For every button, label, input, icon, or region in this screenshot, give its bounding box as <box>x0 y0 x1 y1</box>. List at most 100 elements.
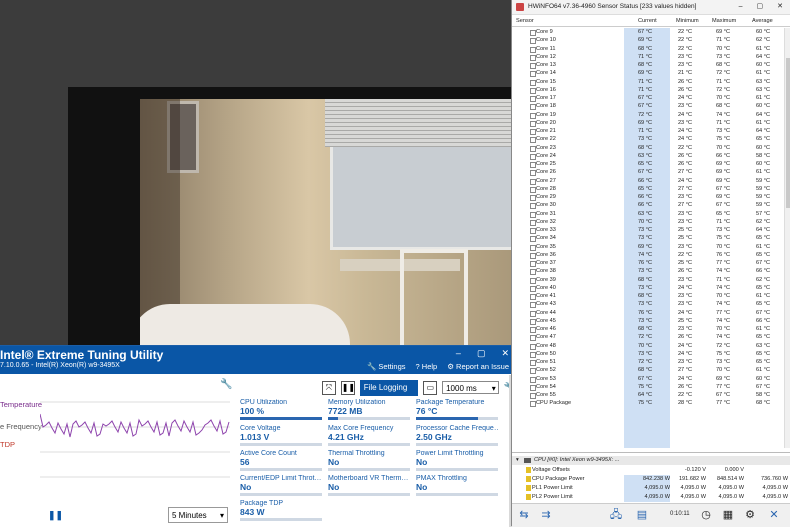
metric-tile[interactable]: Package TDP 843 W <box>240 500 322 521</box>
sensor-row[interactable]: Core 32 70 °C 23 °C 71 °C 62 °C <box>512 218 790 226</box>
power-row[interactable]: PL1 Power Limit 4,095.0 W 4,095.0 W 4,095.0… <box>512 484 790 493</box>
maximize-icon[interactable]: ▢ <box>757 0 764 14</box>
sensor-row[interactable]: Core 43 73 °C 23 °C 74 °C 65 °C <box>512 300 790 309</box>
metric-tile[interactable]: PMAX Throttling No <box>416 475 498 496</box>
metric-tile[interactable]: Max Core Frequency 4.21 GHz <box>328 425 410 446</box>
report-icon[interactable]: ▦ <box>720 507 736 523</box>
sensor-row[interactable]: Core 31 63 °C 23 °C 65 °C 57 °C <box>512 210 790 218</box>
sensor-row[interactable]: Core 25 65 °C 26 °C 69 °C 60 °C <box>512 160 790 168</box>
sensor-row[interactable]: Core 10 69 °C 22 °C 71 °C 62 °C <box>512 36 790 45</box>
pause-monitor-icon[interactable]: ❚❚ <box>340 380 355 395</box>
sensor-row[interactable]: Core 9 67 °C 22 °C 69 °C 60 °C <box>512 28 790 36</box>
metric-tile[interactable]: Power Limit Throttling No <box>416 450 498 471</box>
compact-view-icon[interactable]: ⤧ <box>322 380 336 395</box>
sensor-row[interactable]: Core 46 68 °C 23 °C 70 °C 61 °C <box>512 325 790 333</box>
sensor-row[interactable]: Core 28 65 °C 27 °C 67 °C 59 °C <box>512 185 790 193</box>
col-average[interactable]: Average <box>752 18 773 24</box>
sensor-row[interactable]: Core 27 66 °C 24 °C 69 °C 59 °C <box>512 177 790 185</box>
sensor-row[interactable]: Core 44 76 °C 24 °C 77 °C 67 °C <box>512 309 790 317</box>
metric-tile[interactable]: Thermal Throttling No <box>328 450 410 471</box>
help-link[interactable]: ? Help <box>416 362 438 371</box>
report-issue-link[interactable]: ⚙ Report an Issue <box>447 362 509 371</box>
col-sensor[interactable]: Sensor <box>516 18 534 24</box>
arrows-right-icon[interactable]: ⇉ <box>538 507 554 523</box>
sensor-row[interactable]: Core 52 68 °C 27 °C 70 °C 61 °C <box>512 366 790 375</box>
cpu-group-header[interactable]: ▾ CPU [#0]: Intel Xeon w9-3495X: ... <box>512 456 790 465</box>
sensor-row[interactable]: Core 50 73 °C 24 °C 75 °C 65 °C <box>512 350 790 358</box>
sensor-row[interactable]: Core 35 69 °C 23 °C 70 °C 61 °C <box>512 243 790 251</box>
sensor-row[interactable]: Core 20 69 °C 23 °C 71 °C 61 °C <box>512 119 790 127</box>
monitor-icon[interactable]: ▤ <box>634 507 650 523</box>
power-row[interactable]: Voltage Offsets -0.120 V 0.000 V <box>512 466 790 475</box>
pause-button[interactable]: ❚❚ <box>48 510 63 521</box>
sensor-scrollbar[interactable] <box>784 28 790 448</box>
sensor-row[interactable]: Core 11 68 °C 22 °C 70 °C 61 °C <box>512 45 790 53</box>
sensor-row[interactable]: Core 16 71 °C 26 °C 72 °C 63 °C <box>512 86 790 94</box>
metric-tile[interactable]: CPU Utilization 100 % <box>240 399 322 420</box>
metric-tile[interactable]: Core Voltage 1.013 V <box>240 425 322 446</box>
sensor-row[interactable]: Core 21 71 °C 24 °C 73 °C 64 °C <box>512 127 790 135</box>
metric-tile[interactable]: Memory Utilization 7722 MB <box>328 399 410 420</box>
sensor-row[interactable]: Core 38 73 °C 26 °C 74 °C 66 °C <box>512 267 790 276</box>
folder-icon[interactable]: ▭ <box>423 380 438 395</box>
clock-icon[interactable]: ◷ <box>698 507 714 523</box>
maximize-icon[interactable]: ▢ <box>477 348 486 359</box>
sensor-row[interactable]: Core 19 72 °C 24 °C 74 °C 64 °C <box>512 111 790 119</box>
sensor-row[interactable]: CPU Package 75 °C 28 °C 77 °C 68 °C <box>512 399 790 408</box>
sensor-row[interactable]: Core 47 72 °C 26 °C 74 °C 65 °C <box>512 333 790 342</box>
power-row[interactable]: PL2 Power Limit 4,095.0 W 4,095.0 W 4,095.0… <box>512 493 790 502</box>
metric-tile[interactable]: Motherboard VR Therm… No <box>328 475 410 496</box>
chart-settings-icon[interactable]: 🔧 <box>220 379 232 390</box>
sensor-row[interactable]: Core 33 73 °C 25 °C 73 °C 64 °C <box>512 226 790 234</box>
sensor-row[interactable]: Core 29 66 °C 23 °C 69 °C 59 °C <box>512 193 790 201</box>
sensor-row[interactable]: Core 12 71 °C 23 °C 73 °C 64 °C <box>512 53 790 61</box>
metric-tile[interactable]: Current/EDP Limit Throt… No <box>240 475 322 496</box>
metric-tile[interactable]: Processor Cache Freque… 2.50 GHz <box>416 425 498 446</box>
sensor-row[interactable]: Core 41 68 °C 23 °C 70 °C 61 °C <box>512 292 790 300</box>
sensor-row[interactable]: Core 36 74 °C 22 °C 76 °C 65 °C <box>512 251 790 259</box>
sensor-row[interactable]: Core 15 71 °C 26 °C 71 °C 63 °C <box>512 78 790 86</box>
minimize-icon[interactable]: – <box>739 0 743 14</box>
legend-tdp[interactable]: TDP <box>0 440 15 449</box>
sensor-row[interactable]: Core 34 73 °C 25 °C 75 °C 65 °C <box>512 234 790 243</box>
sensor-name: Core 44 <box>536 309 556 316</box>
file-logging-button[interactable]: File Logging ▶ <box>359 379 419 404</box>
col-maximum[interactable]: Maximum <box>712 18 736 24</box>
col-current[interactable]: Current <box>638 18 657 24</box>
sensor-row[interactable]: Core 22 73 °C 24 °C 75 °C 65 °C <box>512 135 790 144</box>
legend-frequency[interactable]: e Frequency <box>0 422 42 431</box>
expand-icon[interactable]: ▾ <box>516 456 519 465</box>
sensor-row[interactable]: Core 53 67 °C 24 °C 69 °C 60 °C <box>512 375 790 383</box>
sensor-row[interactable]: Core 23 68 °C 22 °C 70 °C 60 °C <box>512 144 790 152</box>
sensor-row[interactable]: Core 26 67 °C 27 °C 69 °C 61 °C <box>512 168 790 177</box>
settings-icon[interactable]: ⚙ <box>742 507 758 523</box>
settings-link[interactable]: 🔧 Settings <box>367 362 406 371</box>
sensor-row[interactable]: Core 55 64 °C 22 °C 67 °C 58 °C <box>512 391 790 399</box>
sensor-row[interactable]: Core 40 73 °C 24 °C 74 °C 65 °C <box>512 284 790 292</box>
close-icon[interactable]: ✕ <box>501 348 509 359</box>
sensor-row[interactable]: Core 30 66 °C 27 °C 67 °C 59 °C <box>512 201 790 210</box>
interval-select[interactable]: 1000 ms ▾ <box>442 381 499 394</box>
sensor-row[interactable]: Core 54 75 °C 26 °C 77 °C 67 °C <box>512 383 790 391</box>
sensor-row[interactable]: Core 51 72 °C 23 °C 73 °C 65 °C <box>512 358 790 366</box>
sensor-row[interactable]: Core 45 73 °C 25 °C 74 °C 66 °C <box>512 317 790 325</box>
network-icon[interactable]: 🖧 <box>608 507 624 523</box>
col-minimum[interactable]: Minimum <box>676 18 699 24</box>
metric-tile[interactable]: Package Temperature 76 °C <box>416 399 498 420</box>
sensor-row[interactable]: Core 17 67 °C 24 °C 70 °C 61 °C <box>512 94 790 102</box>
sensor-row[interactable]: Core 48 70 °C 24 °C 72 °C 63 °C <box>512 342 790 350</box>
metric-tile[interactable]: Active Core Count 56 <box>240 450 322 471</box>
power-row[interactable]: CPU Package Power 842.238 W 191.682 W 848.5… <box>512 475 790 484</box>
sensor-row[interactable]: Core 37 76 °C 25 °C 77 °C 67 °C <box>512 259 790 267</box>
sensor-row[interactable]: Core 13 68 °C 23 °C 68 °C 60 °C <box>512 61 790 69</box>
sensor-row[interactable]: Core 18 67 °C 23 °C 68 °C 60 °C <box>512 102 790 111</box>
sensor-row[interactable]: Core 39 68 °C 23 °C 71 °C 62 °C <box>512 276 790 284</box>
close-icon[interactable]: ✕ <box>777 0 783 14</box>
arrows-left-right-icon[interactable]: ⇆ <box>516 507 532 523</box>
minimize-icon[interactable]: – <box>456 348 461 359</box>
sensor-row[interactable]: Core 14 69 °C 21 °C 72 °C 61 °C <box>512 69 790 78</box>
legend-temperature[interactable]: Temperature <box>0 400 42 409</box>
sensor-row[interactable]: Core 24 63 °C 26 °C 66 °C 58 °C <box>512 152 790 160</box>
close-sensors-icon[interactable]: ✕ <box>766 507 782 523</box>
time-window-select[interactable]: 5 Minutes ▾ <box>168 507 228 523</box>
